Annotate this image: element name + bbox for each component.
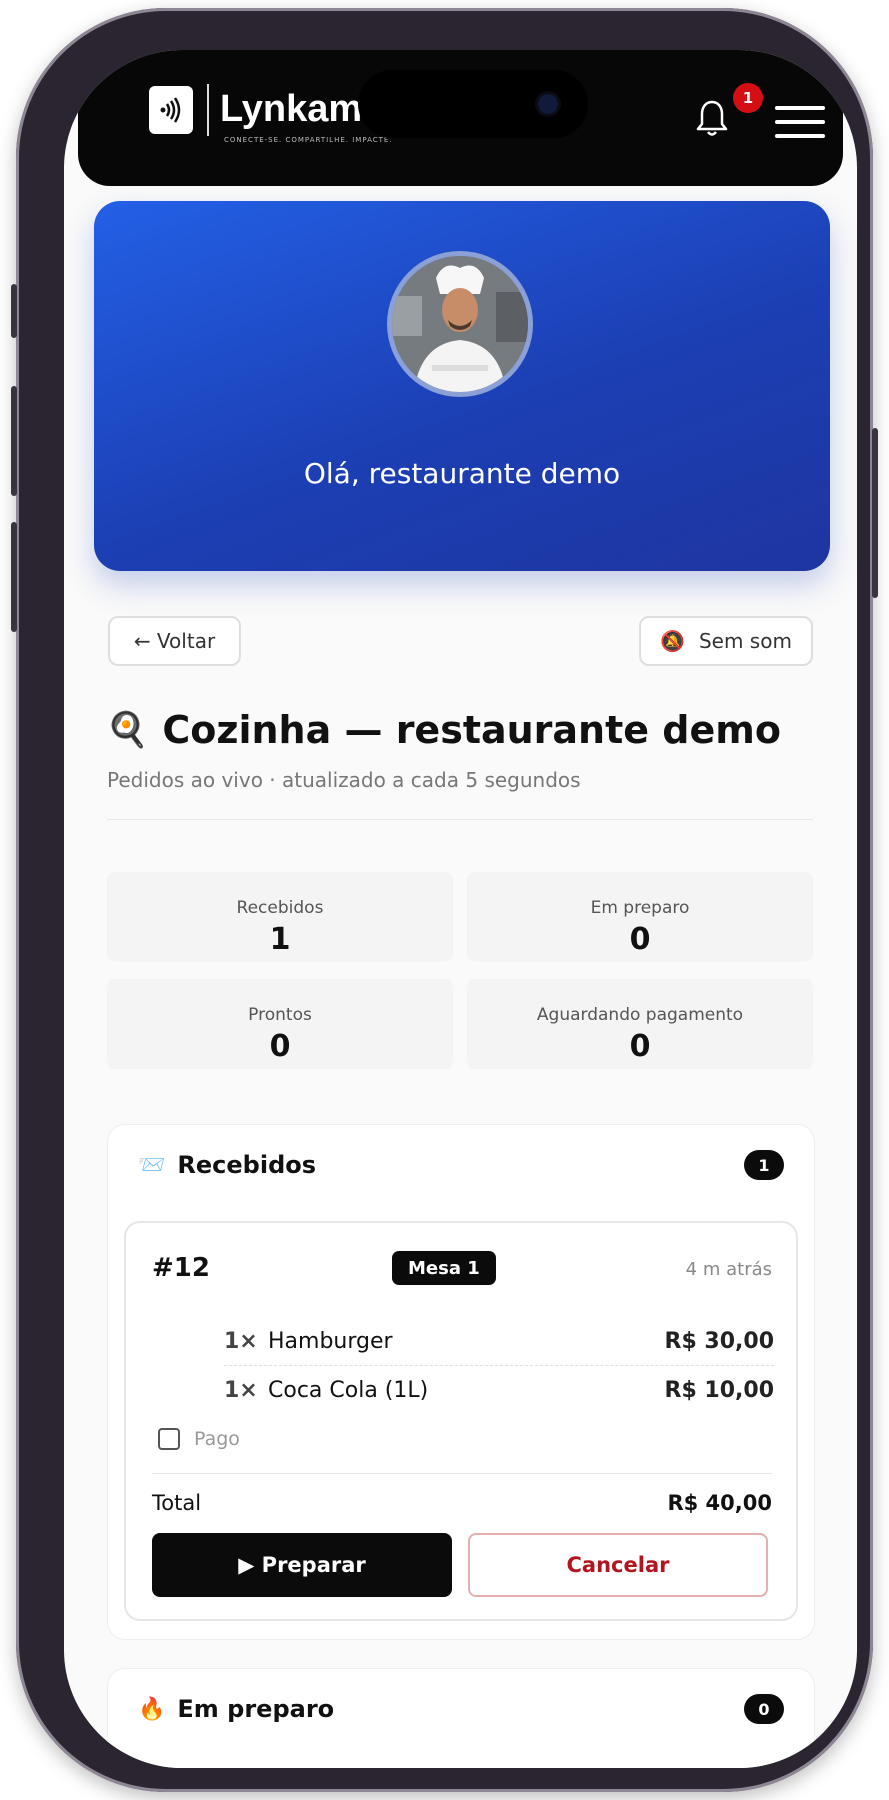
nfc-logo-icon bbox=[149, 86, 193, 134]
logo-divider bbox=[207, 84, 209, 136]
section-title: Recebidos bbox=[177, 1151, 317, 1179]
section-count-badge: 1 bbox=[744, 1150, 784, 1180]
notification-bell-icon[interactable] bbox=[695, 98, 729, 138]
stat-label: Recebidos bbox=[236, 898, 324, 918]
frying-pan-icon: 🍳 bbox=[106, 710, 149, 750]
stat-in-preparation: Em preparo 0 bbox=[467, 872, 813, 962]
brand-tagline: CONECTE-SE. COMPARTILHE. IMPACTE. bbox=[224, 136, 393, 144]
paid-checkbox-row[interactable]: Pago bbox=[158, 1428, 240, 1450]
bell-slash-icon: 🔕 bbox=[660, 629, 685, 653]
item-price: R$ 30,00 bbox=[664, 1328, 775, 1354]
order-item: 1× Hamburger R$ 30,00 bbox=[224, 1317, 774, 1366]
page-title-text: Cozinha — restaurante demo bbox=[162, 708, 781, 752]
page-title: 🍳 Cozinha — restaurante demo bbox=[106, 708, 781, 752]
total-label: Total bbox=[152, 1491, 202, 1515]
avatar bbox=[387, 251, 533, 397]
item-price: R$ 10,00 bbox=[664, 1377, 775, 1403]
envelope-icon: 📨 bbox=[138, 1152, 166, 1178]
total-value: R$ 40,00 bbox=[667, 1491, 772, 1515]
section-received: 📨 Recebidos 1 #12 Mesa 1 4 m atrás 1× Ha… bbox=[107, 1124, 815, 1640]
welcome-card: Olá, restaurante demo bbox=[94, 201, 830, 571]
paid-checkbox[interactable] bbox=[158, 1428, 180, 1450]
order-card: #12 Mesa 1 4 m atrás 1× Hamburger R$ 30,… bbox=[124, 1221, 798, 1621]
fire-icon: 🔥 bbox=[138, 1696, 166, 1722]
stat-awaiting-payment: Aguardando pagamento 0 bbox=[467, 979, 813, 1069]
prepare-button[interactable]: ▶ Preparar bbox=[152, 1533, 452, 1597]
chef-avatar-image bbox=[392, 256, 528, 392]
order-time: 4 m atrás bbox=[685, 1259, 772, 1280]
screen: Lynkame CONECTE-SE. COMPARTILHE. IMPACTE… bbox=[64, 50, 857, 1768]
item-qty: 1× bbox=[224, 1377, 258, 1403]
divider bbox=[107, 819, 813, 820]
back-button[interactable]: ← Voltar bbox=[108, 616, 241, 666]
section-header[interactable]: 📨 Recebidos 1 bbox=[108, 1125, 814, 1205]
phone-frame: Lynkame CONECTE-SE. COMPARTILHE. IMPACTE… bbox=[11, 8, 878, 1792]
stat-ready: Prontos 0 bbox=[107, 979, 453, 1069]
order-total: Total R$ 40,00 bbox=[152, 1491, 772, 1515]
table-badge: Mesa 1 bbox=[392, 1251, 496, 1285]
greeting-text: Olá, restaurante demo bbox=[303, 457, 621, 490]
stat-value: 1 bbox=[269, 922, 291, 957]
item-name: Hamburger bbox=[268, 1328, 393, 1354]
notification-count-badge: 1 bbox=[733, 83, 763, 113]
top-navbar: Lynkame CONECTE-SE. COMPARTILHE. IMPACTE… bbox=[78, 50, 843, 186]
stat-received: Recebidos 1 bbox=[107, 872, 453, 962]
stat-value: 0 bbox=[269, 1029, 291, 1064]
side-button-volume-down bbox=[11, 522, 17, 632]
side-button-power bbox=[872, 428, 878, 598]
mute-sound-label: Sem som bbox=[698, 629, 792, 653]
front-camera bbox=[538, 94, 558, 114]
section-count-badge: 0 bbox=[744, 1694, 784, 1724]
section-header[interactable]: 🔥 Em preparo 0 bbox=[108, 1669, 814, 1749]
mute-sound-button[interactable]: 🔕 Sem som bbox=[639, 616, 813, 666]
dynamic-island bbox=[358, 70, 588, 138]
stat-value: 0 bbox=[629, 922, 651, 957]
divider bbox=[152, 1473, 772, 1474]
side-button-volume-up bbox=[11, 386, 17, 496]
stat-label: Em preparo bbox=[590, 898, 690, 918]
paid-label: Pago bbox=[194, 1428, 240, 1450]
section-title: Em preparo bbox=[177, 1695, 335, 1723]
item-name: Coca Cola (1L) bbox=[268, 1377, 429, 1403]
page-subtitle: Pedidos ao vivo · atualizado a cada 5 se… bbox=[107, 768, 581, 792]
stat-label: Prontos bbox=[248, 1005, 312, 1025]
order-item: 1× Coca Cola (1L) R$ 10,00 bbox=[224, 1366, 774, 1414]
hamburger-menu-icon[interactable] bbox=[775, 106, 825, 140]
order-number: #12 bbox=[152, 1253, 210, 1283]
item-qty: 1× bbox=[224, 1328, 258, 1354]
side-button-action bbox=[11, 284, 17, 338]
nfc-waves-icon bbox=[160, 97, 181, 123]
stat-value: 0 bbox=[629, 1029, 651, 1064]
stat-label: Aguardando pagamento bbox=[536, 1005, 744, 1025]
section-in-preparation: 🔥 Em preparo 0 bbox=[107, 1668, 815, 1768]
cancel-button[interactable]: Cancelar bbox=[468, 1533, 768, 1597]
